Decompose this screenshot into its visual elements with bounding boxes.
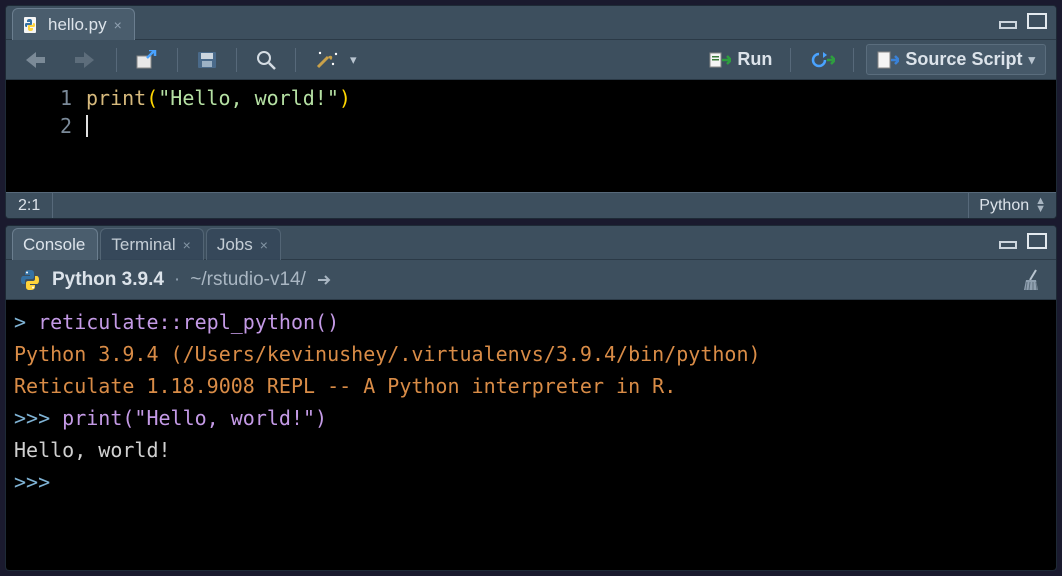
separator [853,48,854,72]
separator-dot: · [174,269,180,291]
separator [790,48,791,72]
run-icon [709,50,731,70]
tab-console[interactable]: Console [12,228,98,260]
separator [295,48,296,72]
save-button[interactable] [190,47,224,73]
clear-console-button[interactable] [1020,268,1044,292]
console-output[interactable]: > reticulate::repl_python() Python 3.9.4… [6,300,1056,570]
console-pane: Console Terminal × Jobs × Python 3.9.4 ·… [5,225,1057,571]
code-editor[interactable]: 1 2 print("Hello, world!") [6,80,1056,192]
python-file-icon [23,16,41,34]
source-icon [877,50,899,70]
console-envbar: Python 3.9.4 · ~/rstudio-v14/ [6,260,1056,300]
tab-label: Jobs [217,235,253,255]
find-button[interactable] [249,46,283,74]
console-tabbar: Console Terminal × Jobs × [6,226,1056,260]
go-to-dir-icon[interactable] [316,272,334,288]
code-tools-button[interactable]: ▾ [308,46,363,74]
console-line: >>> print("Hello, world!") [14,402,1048,434]
language-selector[interactable]: Python ▲▼ [968,193,1056,218]
editor-window-controls [998,12,1048,30]
separator [236,48,237,72]
editor-toolbar: ▾ Run Source Script ▾ [6,40,1056,80]
editor-tabbar: hello.py × [6,6,1056,40]
show-in-new-window-button[interactable] [129,47,165,73]
line-number: 2 [6,112,72,140]
close-icon[interactable]: × [114,18,122,32]
close-icon[interactable]: × [260,238,268,252]
rerun-icon [809,50,835,70]
nav-forward-button[interactable] [66,47,104,73]
console-line: > reticulate::repl_python() [14,306,1048,338]
code-area[interactable]: print("Hello, world!") [86,80,351,192]
console-window-controls [998,232,1048,250]
line-gutter: 1 2 [6,80,86,192]
editor-tab-label: hello.py [48,15,107,35]
console-line: Hello, world! [14,434,1048,466]
maximize-icon[interactable] [1026,232,1048,250]
editor-tab-hello[interactable]: hello.py × [12,8,135,40]
python-icon [18,268,42,292]
console-line: >>> [14,466,1048,498]
tab-label: Terminal [111,235,175,255]
working-dir[interactable]: ~/rstudio-v14/ [190,269,306,291]
source-script-button[interactable]: Source Script ▾ [866,44,1046,75]
editor-statusbar: 2:1 Python ▲▼ [6,192,1056,218]
python-version: Python 3.9.4 [52,269,164,291]
separator [177,48,178,72]
minimize-icon[interactable] [998,232,1020,250]
re-run-button[interactable] [803,47,841,73]
chevron-down-icon: ▾ [1028,52,1035,68]
language-label: Python [979,197,1029,215]
line-number: 1 [6,84,72,112]
tab-terminal[interactable]: Terminal × [100,228,203,260]
updown-icon: ▲▼ [1035,198,1046,213]
run-label: Run [737,49,772,70]
tab-jobs[interactable]: Jobs × [206,228,281,260]
code-line: print("Hello, world!") [86,84,351,112]
minimize-icon[interactable] [998,12,1020,30]
code-line [86,112,351,140]
close-icon[interactable]: × [183,238,191,252]
separator [116,48,117,72]
source-label: Source Script [905,49,1022,70]
run-button[interactable]: Run [703,46,778,73]
maximize-icon[interactable] [1026,12,1048,30]
tab-label: Console [23,235,85,255]
nav-back-button[interactable] [16,47,54,73]
console-line: Python 3.9.4 (/Users/kevinushey/.virtual… [14,338,1048,370]
console-line: Reticulate 1.18.9008 REPL -- A Python in… [14,370,1048,402]
cursor-position[interactable]: 2:1 [6,193,53,218]
editor-pane: hello.py × ▾ Run Source Script [5,5,1057,219]
